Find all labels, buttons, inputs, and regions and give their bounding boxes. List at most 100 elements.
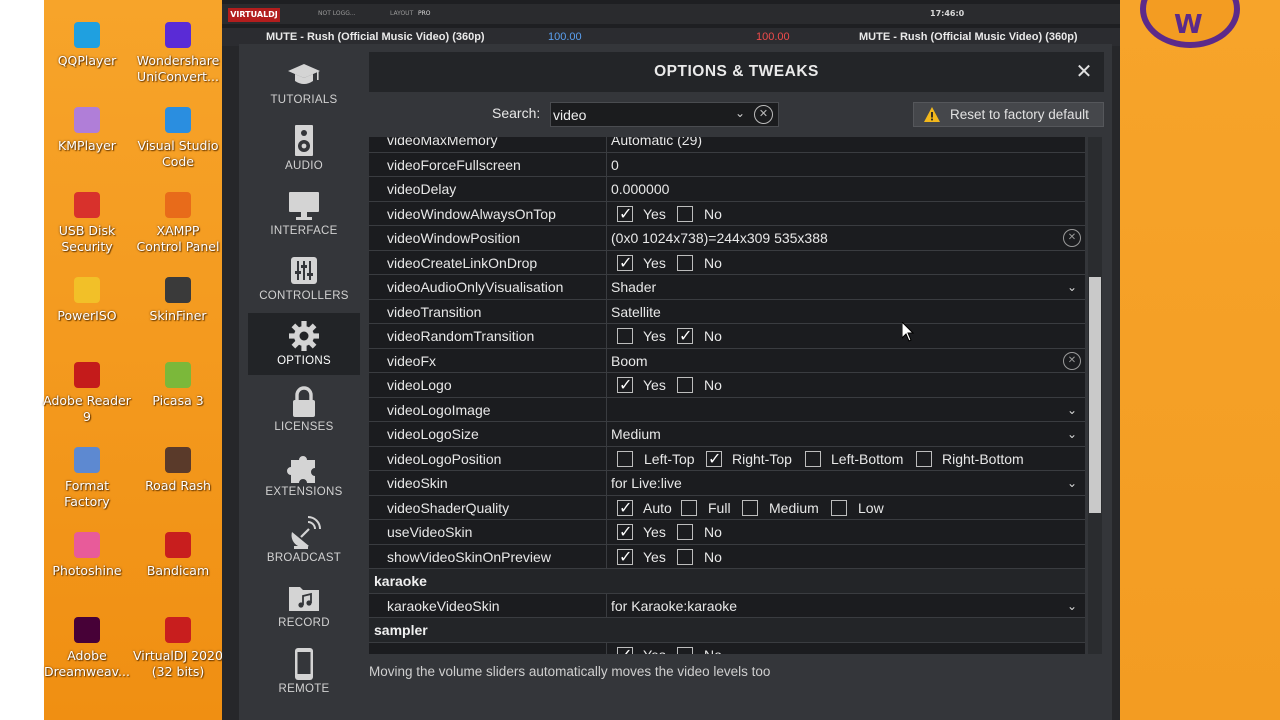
chevron-down-icon[interactable]: ⌄ xyxy=(1067,398,1077,422)
option-value[interactable]: Satellite xyxy=(611,300,661,324)
desktop-icon[interactable]: Picasa 3 xyxy=(132,362,224,409)
search-input[interactable] xyxy=(553,105,729,124)
left-bottom-checkbox[interactable] xyxy=(805,450,821,467)
yes-checkbox[interactable] xyxy=(617,547,633,566)
left-top-checkbox[interactable] xyxy=(617,450,633,467)
sidebar-label: INTERFACE xyxy=(270,225,338,237)
option-name: videoLogoSize xyxy=(387,426,479,442)
speaker-icon xyxy=(286,124,322,158)
option-value[interactable]: (0x0 1024x738)=244x309 535x388 xyxy=(611,226,828,250)
clear-search-icon[interactable]: ✕ xyxy=(754,105,773,124)
clock: 17:46:0 xyxy=(930,9,965,18)
desktop-icon-label: Adobe Dreamweav... xyxy=(44,648,130,680)
option-value[interactable]: for Live:live xyxy=(611,471,682,495)
sidebar-item-interface[interactable]: INTERFACE xyxy=(248,183,360,245)
yes-checkbox[interactable] xyxy=(617,204,633,223)
sidebar-item-controllers[interactable]: CONTROLLERS xyxy=(248,248,360,310)
chevron-down-icon[interactable]: ⌄ xyxy=(1067,422,1077,446)
desktop-icon-label: PowerISO xyxy=(57,308,117,323)
sidebar-item-audio[interactable]: AUDIO xyxy=(248,118,360,180)
options-scrollbar[interactable] xyxy=(1088,137,1102,654)
chevron-down-icon[interactable]: ⌄ xyxy=(1067,275,1077,299)
scrollbar-thumb[interactable] xyxy=(1089,277,1101,513)
yes-checkbox[interactable] xyxy=(617,522,633,541)
option-value[interactable]: Shader xyxy=(611,275,656,299)
yes-checkbox[interactable] xyxy=(617,645,633,654)
desktop-icon[interactable]: Format Factory xyxy=(41,447,133,511)
no-checkbox[interactable] xyxy=(677,205,693,222)
satellite-dish-icon xyxy=(286,516,322,550)
desktop-icon[interactable]: USB Disk Security xyxy=(41,192,133,256)
desktop-icon[interactable]: Wondershare UniConvert... xyxy=(132,22,224,86)
vdj-topbar xyxy=(222,4,1120,24)
close-icon[interactable]: ✕ xyxy=(1074,61,1094,81)
phone-icon xyxy=(286,647,322,681)
chevron-down-icon[interactable]: ⌄ xyxy=(735,106,745,120)
desktop-icon[interactable]: QQPlayer xyxy=(41,22,133,69)
option-value[interactable]: Boom xyxy=(611,349,648,373)
option-row: useVideoSkin Yes No xyxy=(369,520,1085,545)
desktop-icon[interactable]: PowerISO xyxy=(41,277,133,324)
sidebar-item-options[interactable]: OPTIONS xyxy=(248,313,360,375)
yes-checkbox[interactable] xyxy=(617,328,633,344)
desktop-icon[interactable]: SkinFiner xyxy=(132,277,224,324)
option-name: videoLogo xyxy=(387,377,452,393)
full-checkbox[interactable] xyxy=(681,499,697,516)
no-checkbox[interactable] xyxy=(677,377,693,393)
sidebar-item-extensions[interactable]: EXTENSIONS xyxy=(248,444,360,506)
desktop-icon[interactable]: Bandicam xyxy=(132,532,224,579)
auto-checkbox[interactable] xyxy=(617,498,633,517)
layout-value[interactable]: PRO xyxy=(418,10,431,17)
no-checkbox[interactable] xyxy=(677,326,693,345)
no-checkbox[interactable] xyxy=(677,548,693,565)
right-top-checkbox[interactable] xyxy=(706,449,722,468)
no-checkbox[interactable] xyxy=(677,646,693,654)
option-value[interactable]: Medium xyxy=(611,422,661,446)
low-checkbox[interactable] xyxy=(831,499,847,516)
chevron-down-icon[interactable]: ⌄ xyxy=(1067,594,1077,618)
desktop-left-strip xyxy=(0,0,44,720)
right-bottom-checkbox[interactable] xyxy=(916,450,932,467)
option-name: useVideoSkin xyxy=(387,524,473,540)
option-row: showVideoSkinOnPreview Yes No xyxy=(369,544,1085,569)
option-name: videoDelay xyxy=(387,181,457,197)
option-name: videoCreateLinkOnDrop xyxy=(387,254,538,271)
desktop-icon[interactable]: XAMPP Control Panel xyxy=(132,192,224,256)
option-value[interactable]: for Karaoke:karaoke xyxy=(611,594,737,618)
no-checkbox[interactable] xyxy=(677,524,693,540)
sidebar-item-broadcast[interactable]: BROADCAST xyxy=(248,510,360,572)
deck-left-title: MUTE - Rush (Official Music Video) (360p… xyxy=(266,31,485,43)
sidebar-item-tutorials[interactable]: TUTORIALS xyxy=(248,52,360,114)
login-status[interactable]: NOT LOGG... xyxy=(318,10,356,17)
medium-checkbox[interactable] xyxy=(742,499,758,516)
desktop-icon[interactable]: KMPlayer xyxy=(41,107,133,154)
desktop-icon[interactable]: Adobe Dreamweav... xyxy=(41,617,133,681)
option-name: videoForceFullscreen xyxy=(387,156,521,173)
yes-checkbox[interactable] xyxy=(617,375,633,394)
reset-factory-default-button[interactable]: Reset to factory default xyxy=(913,102,1104,127)
no-label: No xyxy=(704,377,722,393)
no-checkbox[interactable] xyxy=(677,254,693,271)
clear-value-icon[interactable]: ✕ xyxy=(1063,351,1081,370)
sidebar-item-remote[interactable]: REMOTE xyxy=(248,641,360,703)
desktop-icon-label: USB Disk Security xyxy=(58,223,116,255)
sidebar-label: RECORD xyxy=(278,617,330,629)
warning-icon xyxy=(924,107,940,122)
option-value[interactable]: 0.000000 xyxy=(611,177,669,201)
yes-label: Yes xyxy=(643,377,666,393)
desktop-icon[interactable]: Visual Studio Code xyxy=(132,107,224,171)
option-value[interactable]: 0 xyxy=(611,153,619,177)
chevron-down-icon[interactable]: ⌄ xyxy=(1067,471,1077,495)
desktop-icon[interactable]: VirtualDJ 2020 (32 bits) xyxy=(132,617,224,681)
section-header-karaoke: karaoke xyxy=(369,569,1085,594)
desktop-icon[interactable]: Photoshine xyxy=(41,532,133,579)
option-row: videoTransition Satellite xyxy=(369,299,1085,324)
sidebar-item-record[interactable]: RECORD xyxy=(248,575,360,637)
no-label: No xyxy=(704,524,722,540)
sidebar-item-licenses[interactable]: LICENSES xyxy=(248,379,360,441)
desktop-icon[interactable]: Road Rash xyxy=(132,447,224,494)
option-value[interactable]: Automatic (29) xyxy=(611,137,702,152)
desktop-icon[interactable]: Adobe Reader 9 xyxy=(41,362,133,426)
yes-checkbox[interactable] xyxy=(617,253,633,272)
clear-value-icon[interactable]: ✕ xyxy=(1063,229,1081,247)
